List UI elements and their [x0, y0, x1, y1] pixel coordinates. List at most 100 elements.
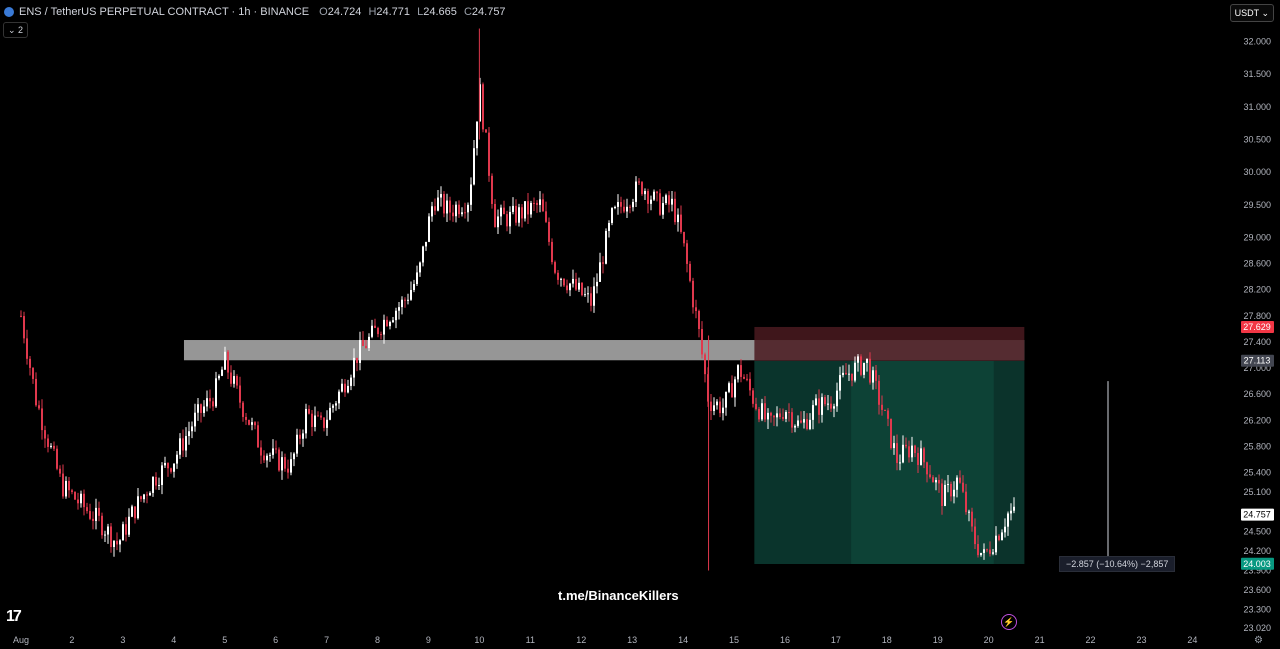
candle-body	[788, 412, 790, 414]
price-label: 27.629	[1243, 322, 1271, 332]
x-tick-label: 19	[933, 635, 943, 645]
candle-body	[143, 494, 145, 500]
candle-body	[959, 477, 961, 483]
candle-body	[539, 199, 541, 205]
x-tick-label: 15	[729, 635, 739, 645]
candle-body	[746, 378, 748, 380]
y-tick-label: 25.800	[1243, 441, 1271, 451]
candle-body	[896, 443, 898, 463]
candle-body	[152, 476, 154, 493]
candle-body	[335, 403, 337, 406]
candle-body	[704, 354, 706, 375]
x-tick-label: 8	[375, 635, 380, 645]
candle-body	[935, 480, 937, 483]
candle-body	[95, 507, 97, 521]
candle-body	[242, 402, 244, 417]
candle-body	[491, 175, 493, 204]
candle-body	[923, 448, 925, 463]
candle-body	[767, 412, 769, 420]
candle-body	[377, 327, 379, 335]
candle-body	[98, 507, 100, 516]
candle-body	[476, 121, 478, 149]
open-label: O	[319, 6, 328, 18]
candle-body	[305, 408, 307, 434]
price-chart[interactable]: 32.000 31.500 31.000 30.500 30.000 29.500 29.0…	[0, 0, 1280, 649]
x-tick-label: 2	[69, 635, 74, 645]
candle-body	[284, 457, 286, 469]
candle-body	[545, 211, 547, 222]
candle-body	[809, 419, 811, 429]
candle-body	[911, 445, 913, 458]
candle-body	[458, 204, 460, 215]
candle-body	[641, 182, 643, 195]
candle-body	[869, 358, 871, 383]
candle-body	[557, 272, 559, 280]
candle-body	[740, 365, 742, 377]
candle-body	[575, 278, 577, 290]
candle-body	[695, 307, 697, 311]
price-label: 24.757	[1243, 510, 1271, 520]
candle-body	[1004, 526, 1006, 533]
candle-body	[917, 453, 919, 465]
x-tick-label: 3	[120, 635, 125, 645]
candle-body	[368, 336, 370, 349]
candle-body	[83, 493, 85, 508]
candle-body	[710, 401, 712, 411]
candle-body	[212, 401, 214, 407]
candle-body	[947, 483, 949, 485]
candle-body	[356, 357, 358, 363]
candle-body	[716, 401, 718, 406]
y-tick-label: 26.200	[1243, 415, 1271, 425]
lightning-icon[interactable]: ⚡	[1001, 614, 1017, 630]
x-tick-label: 9	[426, 635, 431, 645]
candle-body	[779, 413, 781, 418]
candle-body	[323, 417, 325, 428]
candle-body	[317, 415, 319, 417]
symbol-title[interactable]: ENS / TetherUS PERPETUAL CONTRACT · 1h ·…	[19, 6, 309, 18]
candle-body	[878, 380, 880, 405]
candle-body	[845, 372, 847, 375]
candle-body	[122, 524, 124, 541]
candle-body	[347, 385, 349, 393]
currency-selector[interactable]: USDT ⌄	[1229, 4, 1274, 22]
tradingview-logo[interactable]: 17	[6, 608, 22, 626]
x-tick-label: 23	[1136, 635, 1146, 645]
candle-body	[977, 544, 979, 556]
candle-body	[158, 484, 160, 486]
candle-body	[272, 448, 274, 455]
candle-body	[257, 425, 259, 448]
candle-body	[380, 334, 382, 336]
close-label: C	[463, 6, 472, 18]
gear-icon[interactable]: ⚙	[1254, 635, 1263, 646]
candle-body	[452, 212, 454, 217]
candle-body	[20, 315, 22, 317]
candle-body	[224, 351, 226, 370]
candle-body	[71, 490, 73, 493]
candle-body	[455, 204, 457, 217]
candle-body	[260, 447, 262, 456]
candle-body	[251, 422, 253, 425]
x-tick-label: Aug	[13, 635, 29, 645]
candle-body	[572, 278, 574, 284]
candle-body	[614, 206, 616, 209]
candle-body	[467, 204, 469, 213]
candle-body	[293, 453, 295, 460]
y-tick-label: 28.600	[1243, 259, 1271, 269]
candle-body	[818, 398, 820, 415]
candle-body	[752, 390, 754, 404]
candle-body	[836, 390, 838, 407]
candle-body	[794, 425, 796, 428]
candle-body	[824, 397, 826, 405]
low-value: 24.665	[423, 6, 457, 18]
y-tick-label: 24.500	[1243, 526, 1271, 536]
candle-body	[188, 431, 190, 437]
candle-body	[662, 203, 664, 215]
candle-body	[806, 419, 808, 429]
indicator-toggle[interactable]: ⌄ 2	[3, 22, 29, 38]
candle-body	[218, 375, 220, 379]
candle-body	[128, 516, 130, 535]
candle-body	[176, 454, 178, 464]
candle-body	[473, 148, 475, 185]
candle-body	[86, 507, 88, 512]
candle-body	[932, 477, 934, 483]
